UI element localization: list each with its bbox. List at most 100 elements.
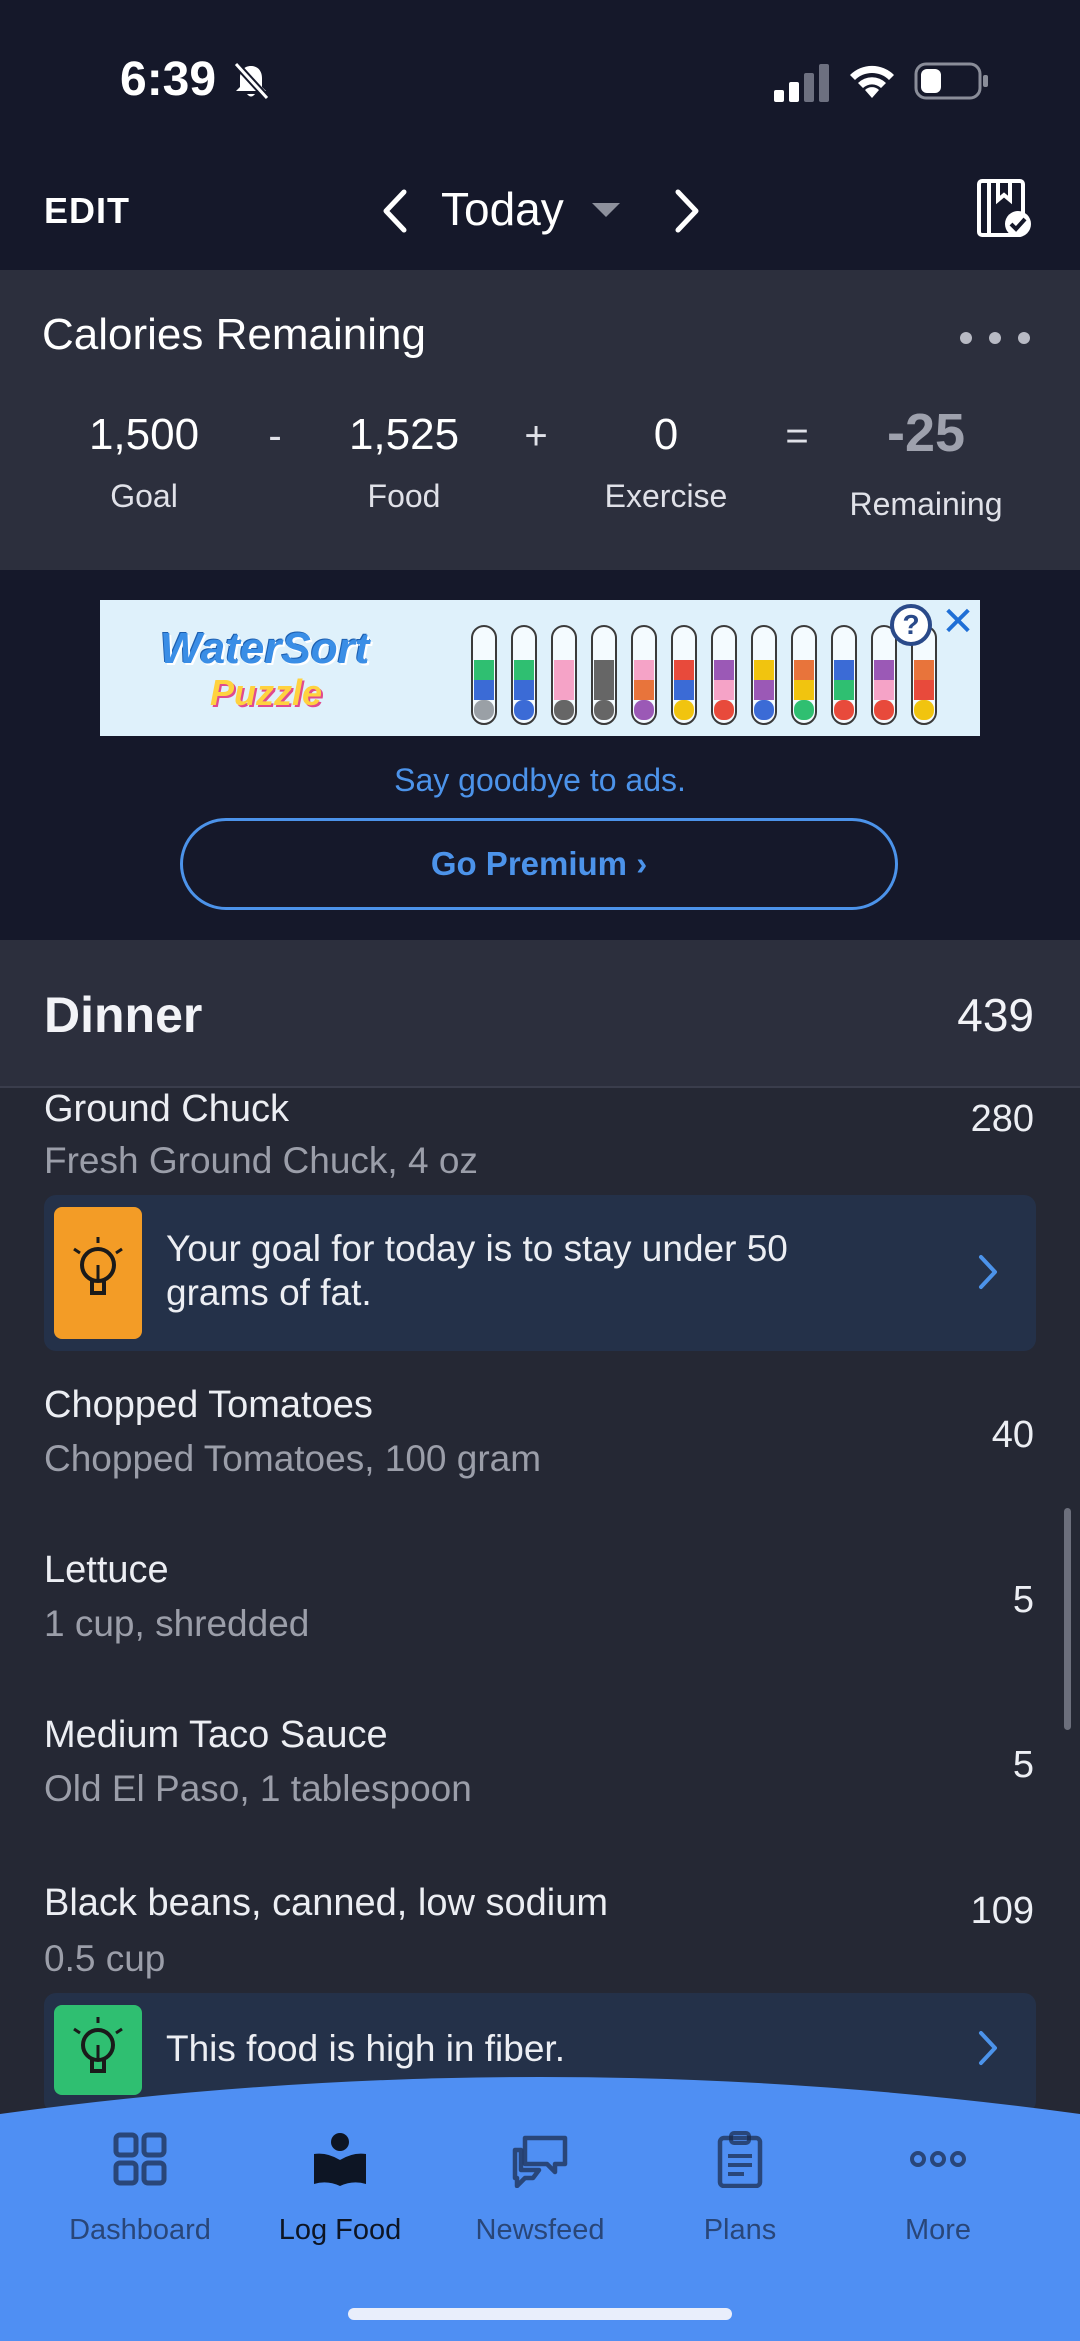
caret-down-icon[interactable] — [590, 200, 622, 220]
tab-label: Log Food — [278, 2214, 402, 2246]
ad-tube-liquid — [514, 660, 534, 680]
ad-tube-liquid — [594, 700, 614, 720]
scrollbar[interactable] — [1064, 1508, 1071, 1730]
food-column: 1,525 Food — [304, 410, 504, 515]
date-selector[interactable]: Today — [441, 182, 564, 236]
tab-label: Dashboard — [69, 2214, 211, 2246]
ad-tube-liquid — [834, 700, 854, 720]
food-item[interactable]: Chopped Tomatoes Chopped Tomatoes, 100 g… — [0, 1380, 1080, 1500]
calories-title: Calories Remaining — [42, 310, 426, 359]
remaining-value: -25 — [886, 403, 966, 463]
go-premium-button[interactable]: Go Premium › — [180, 818, 898, 910]
food-description: Old El Paso, 1 tablespoon — [44, 1768, 472, 1809]
edit-button[interactable]: EDIT — [44, 190, 130, 232]
food-item[interactable]: Medium Taco Sauce Old El Paso, 1 tablesp… — [0, 1710, 1080, 1830]
food-item[interactable]: Black beans, canned, low sodium 0.5 cup … — [0, 1878, 1080, 1988]
tip-text: This food is high in fiber. — [166, 2028, 565, 2069]
ad-tube-liquid — [554, 700, 574, 720]
food-item[interactable]: Lettuce 1 cup, shredded 5 — [0, 1545, 1080, 1665]
home-indicator — [348, 2308, 732, 2320]
ad-tube-liquid — [474, 660, 494, 680]
food-item[interactable]: Ground Chuck Fresh Ground Chuck, 4 oz 28… — [0, 1088, 1080, 1198]
meal-calories-total: 439 — [957, 989, 1034, 1041]
ad-tube-liquid — [714, 700, 734, 720]
ad-close-icon[interactable]: ✕ — [938, 602, 978, 642]
food-calories: 109 — [970, 1890, 1034, 1932]
ad-tube-liquid — [754, 680, 774, 700]
ad-tube-liquid — [514, 700, 534, 720]
tab-plans[interactable]: Plans — [640, 2130, 840, 2247]
food-value: 1,525 — [348, 410, 460, 459]
ad-tube-liquid — [634, 700, 654, 720]
tab-more[interactable]: More — [838, 2130, 1038, 2247]
exercise-value: 0 — [653, 410, 679, 459]
ad-tube-liquid — [514, 680, 534, 700]
ad-tube-liquid — [634, 660, 654, 680]
food-calories: 40 — [991, 1414, 1034, 1456]
ad-tube-liquid — [794, 700, 814, 720]
ad-tube-liquid — [594, 660, 614, 680]
ad-tube-liquid — [794, 660, 814, 680]
ad-tube-liquid — [714, 660, 734, 680]
ad-tube-liquid — [554, 660, 574, 680]
exercise-label: Exercise — [604, 478, 728, 514]
more-options-icon[interactable] — [958, 330, 1032, 346]
ad-tubes-image — [471, 625, 937, 725]
dinner-section-header[interactable]: Dinner 439 — [0, 940, 1080, 1088]
tab-bar: Dashboard Log Food Newsfeed Plans More — [0, 2070, 1080, 2341]
status-time: 6:39 — [120, 53, 217, 106]
fat-goal-tip[interactable]: Your goal for today is to stay under 50 … — [44, 1195, 1036, 1351]
food-label: Food — [367, 478, 441, 514]
status-bar: 6:39 — [0, 0, 1080, 160]
food-description: Chopped Tomatoes, 100 gram — [44, 1438, 542, 1479]
tab-label: Plans — [703, 2214, 777, 2246]
food-calories: 280 — [970, 1098, 1034, 1140]
ad-tube-liquid — [754, 660, 774, 680]
meal-title: Dinner — [44, 987, 203, 1043]
tab-dashboard[interactable]: Dashboard — [40, 2130, 240, 2247]
tab-newsfeed[interactable]: Newsfeed — [440, 2130, 640, 2247]
exercise-column: 0 Exercise — [566, 410, 766, 515]
goal-label: Goal — [110, 478, 178, 514]
calories-remaining-card: Calories Remaining 1,500 Goal - 1,525 Fo… — [0, 270, 1080, 570]
food-description: 0.5 cup — [44, 1938, 166, 1979]
ad-tube-liquid — [754, 700, 774, 720]
plus-operator: + — [524, 414, 548, 458]
chevron-right-icon[interactable] — [976, 1253, 1000, 1291]
diary-header: EDIT Today — [0, 160, 1080, 270]
ad-info-icon[interactable]: ? — [890, 604, 932, 646]
ad-tube-liquid — [474, 700, 494, 720]
tab-log-food[interactable]: Log Food — [240, 2130, 440, 2247]
ad-tube-liquid — [874, 660, 894, 680]
ad-tube-liquid — [674, 700, 694, 720]
ad-banner[interactable]: WaterSort Puzzle ? ✕ — [100, 600, 980, 736]
ad-tube-liquid — [914, 700, 934, 720]
ad-tube-liquid — [914, 660, 934, 680]
tip-line-1: Your goal for today is to stay under 50 — [166, 1228, 788, 1269]
food-name: Ground Chuck — [44, 1088, 290, 1130]
food-name: Chopped Tomatoes — [44, 1384, 373, 1426]
ad-logo-text: WaterSort — [160, 624, 370, 673]
chevron-right-icon[interactable] — [976, 2029, 1000, 2067]
dashboard-icon — [113, 2132, 167, 2186]
signal-icon — [774, 64, 829, 102]
food-name: Black beans, canned, low sodium — [44, 1882, 608, 1924]
ad-tube-liquid — [474, 680, 494, 700]
ad-promo-text: Say goodbye to ads. — [394, 762, 686, 798]
tab-label: Newsfeed — [475, 2214, 605, 2246]
diary-complete-icon[interactable] — [976, 178, 1032, 240]
ad-tube-liquid — [554, 680, 574, 700]
chevron-left-icon[interactable] — [378, 186, 412, 236]
ad-tube-liquid — [594, 680, 614, 700]
ad-tube-liquid — [874, 700, 894, 720]
ad-tube-liquid — [874, 680, 894, 700]
log-food-icon — [314, 2133, 366, 2186]
more-icon — [910, 2151, 966, 2167]
ad-area: WaterSort Puzzle ? ✕ Say goodbye to ads.… — [0, 570, 1080, 940]
remaining-label: Remaining — [849, 486, 1003, 522]
ad-tube-liquid — [834, 660, 854, 680]
ad-tube-liquid — [674, 680, 694, 700]
ad-tube-liquid — [834, 680, 854, 700]
chevron-right-icon[interactable] — [670, 186, 704, 236]
ad-logo-subtext: Puzzle — [210, 672, 323, 713]
